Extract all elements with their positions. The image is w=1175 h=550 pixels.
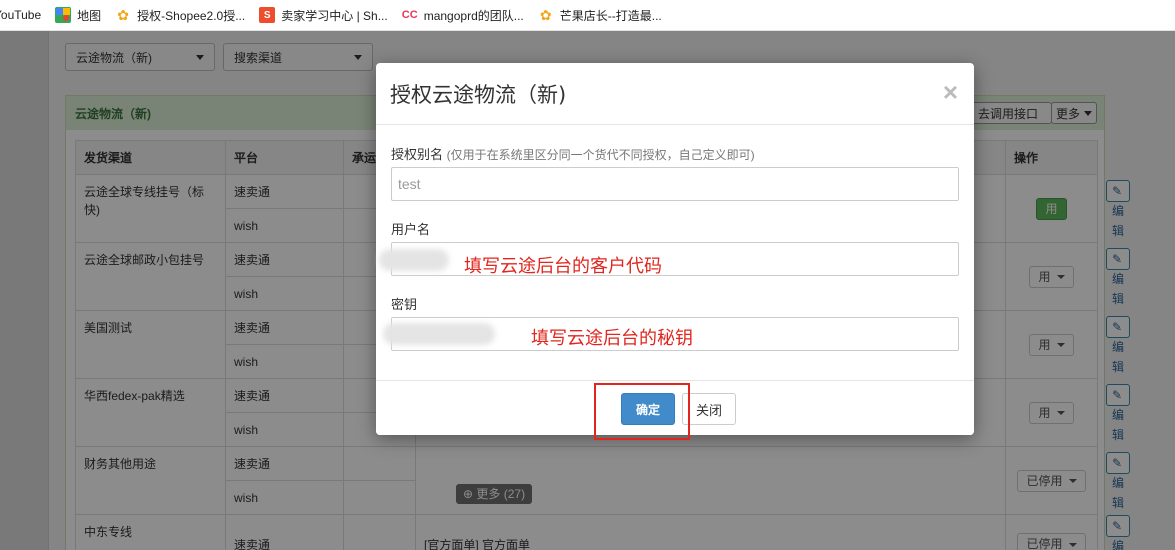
- bookmark-label: 地图: [77, 8, 102, 23]
- mango-icon: ✿: [539, 6, 552, 23]
- bookmark-mangoprd[interactable]: CC mangoprd的团队...: [402, 7, 524, 24]
- bookmark-label: 卖家学习中心 | Sh...: [281, 8, 388, 23]
- bookmark-label: 授权-Shopee2.0授...: [137, 8, 246, 23]
- auth-modal: 授权云途物流（新) × 授权别名 (仅用于在系统里区分同一个货代不同授权，自己定…: [376, 63, 974, 435]
- alias-input[interactable]: [391, 167, 959, 201]
- secret-annotation: 填写云途后台的秘钥: [531, 328, 693, 349]
- bookmark-youtube[interactable]: YouTube: [0, 8, 41, 22]
- alias-hint: (仅用于在系统里区分同一个货代不同授权，自己定义即可): [446, 148, 755, 162]
- cc-icon: CC: [401, 9, 418, 21]
- bookmark-label: mangoprd的团队...: [423, 8, 524, 23]
- bookmarks-bar: YouTube 地图 ✿ 授权-Shopee2.0授... S 卖家学习中心 |…: [0, 0, 1175, 31]
- secret-label: 密钥: [391, 297, 418, 312]
- bookmark-mango-store[interactable]: ✿ 芒果店长--打造最...: [538, 7, 662, 24]
- shopee-icon: S: [259, 7, 276, 23]
- maps-icon: [55, 7, 72, 23]
- bookmark-shopee-learning[interactable]: S 卖家学习中心 | Sh...: [259, 7, 388, 24]
- bookmark-shopee-auth[interactable]: ✿ 授权-Shopee2.0授...: [115, 7, 245, 24]
- modal-header: 授权云途物流（新) ×: [376, 63, 974, 125]
- redacted-secret: [383, 323, 495, 345]
- modal-title: 授权云途物流（新): [390, 82, 567, 107]
- bookmark-label: YouTube: [0, 8, 42, 22]
- highlight-annotation-box: [594, 383, 690, 440]
- bookmark-label: 芒果店长--打造最...: [559, 8, 662, 23]
- alias-label: 授权别名: [391, 147, 444, 162]
- redacted-username: [379, 249, 449, 271]
- alias-label-row: 授权别名 (仅用于在系统里区分同一个货代不同授权，自己定义即可): [391, 144, 755, 163]
- username-label: 用户名: [391, 222, 431, 237]
- close-button[interactable]: 关闭: [682, 393, 736, 425]
- username-annotation: 填写云途后台的客户代码: [464, 256, 662, 277]
- close-icon[interactable]: ×: [943, 77, 958, 108]
- bookmark-maps[interactable]: 地图: [55, 7, 101, 24]
- mango-icon: ✿: [117, 6, 130, 23]
